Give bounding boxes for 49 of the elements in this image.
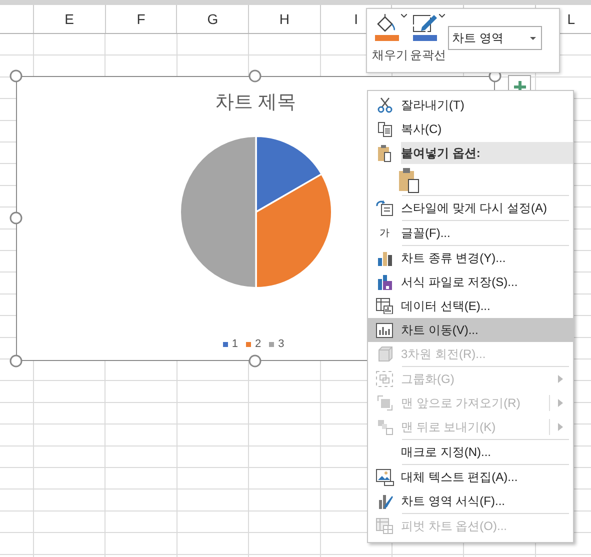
pen-icon [412, 14, 438, 41]
table-icon [376, 298, 393, 314]
caret-icon [438, 14, 444, 18]
resize-handle[interactable] [9, 69, 23, 83]
submenu-arrow-icon [558, 399, 563, 407]
menu-item[interactable]: 매크로 지정(N)... [368, 440, 573, 464]
column-header[interactable]: E [64, 11, 74, 27]
submenu-arrow-icon [558, 423, 563, 431]
paste-option-button[interactable] [398, 167, 420, 193]
menu-section-header: 붙여넣기 옵션: [401, 142, 573, 164]
legend-label: 3 [278, 338, 284, 350]
column-header[interactable]: L [567, 11, 576, 27]
brush-icon [376, 492, 392, 510]
chart-icon [376, 322, 393, 338]
pivot-table-icon [376, 518, 393, 534]
fill-button[interactable]: 채우기 [372, 14, 408, 64]
column-header[interactable]: H [279, 11, 290, 27]
dropdown-arrow-icon [530, 36, 536, 40]
cube-icon [376, 346, 392, 362]
font-icon: 가 [380, 226, 390, 240]
picture-icon [376, 468, 394, 486]
chart-title: 차트 제목 [214, 91, 296, 115]
resize-handle[interactable] [9, 354, 23, 368]
resize-handle[interactable] [248, 354, 262, 368]
outline-button[interactable]: 윤곽선 [410, 14, 446, 64]
scissors-icon [376, 97, 392, 113]
clipboard-icon [376, 144, 392, 162]
paint-bucket-icon [374, 14, 400, 41]
group-icon [376, 371, 393, 387]
menu-item[interactable]: 차트 영역 서식(F)... [368, 489, 573, 513]
template-icon [376, 274, 392, 290]
send-backward-icon [376, 419, 392, 435]
bar-chart-icon [376, 250, 392, 266]
menu-item[interactable]: 대체 텍스트 편집(A)... [368, 465, 573, 489]
legend-label: 2 [254, 338, 262, 350]
bring-forward-icon [376, 395, 392, 411]
copy-icon [376, 121, 392, 137]
menu-item[interactable]: 차트 이동(V)... [368, 318, 573, 342]
column-header[interactable]: G [207, 11, 218, 27]
caret-icon [400, 14, 406, 18]
legend-label: 1 [232, 338, 238, 350]
resize-handle[interactable] [9, 211, 23, 225]
clipboard-icon [398, 167, 420, 193]
submenu-arrow-icon [558, 375, 563, 383]
chart-element-dropdown[interactable]: 차트 영역 [448, 26, 542, 50]
column-header[interactable]: I [354, 11, 358, 27]
resize-handle[interactable] [248, 69, 262, 83]
reset-style-icon [376, 200, 394, 216]
column-header[interactable]: F [136, 11, 146, 27]
